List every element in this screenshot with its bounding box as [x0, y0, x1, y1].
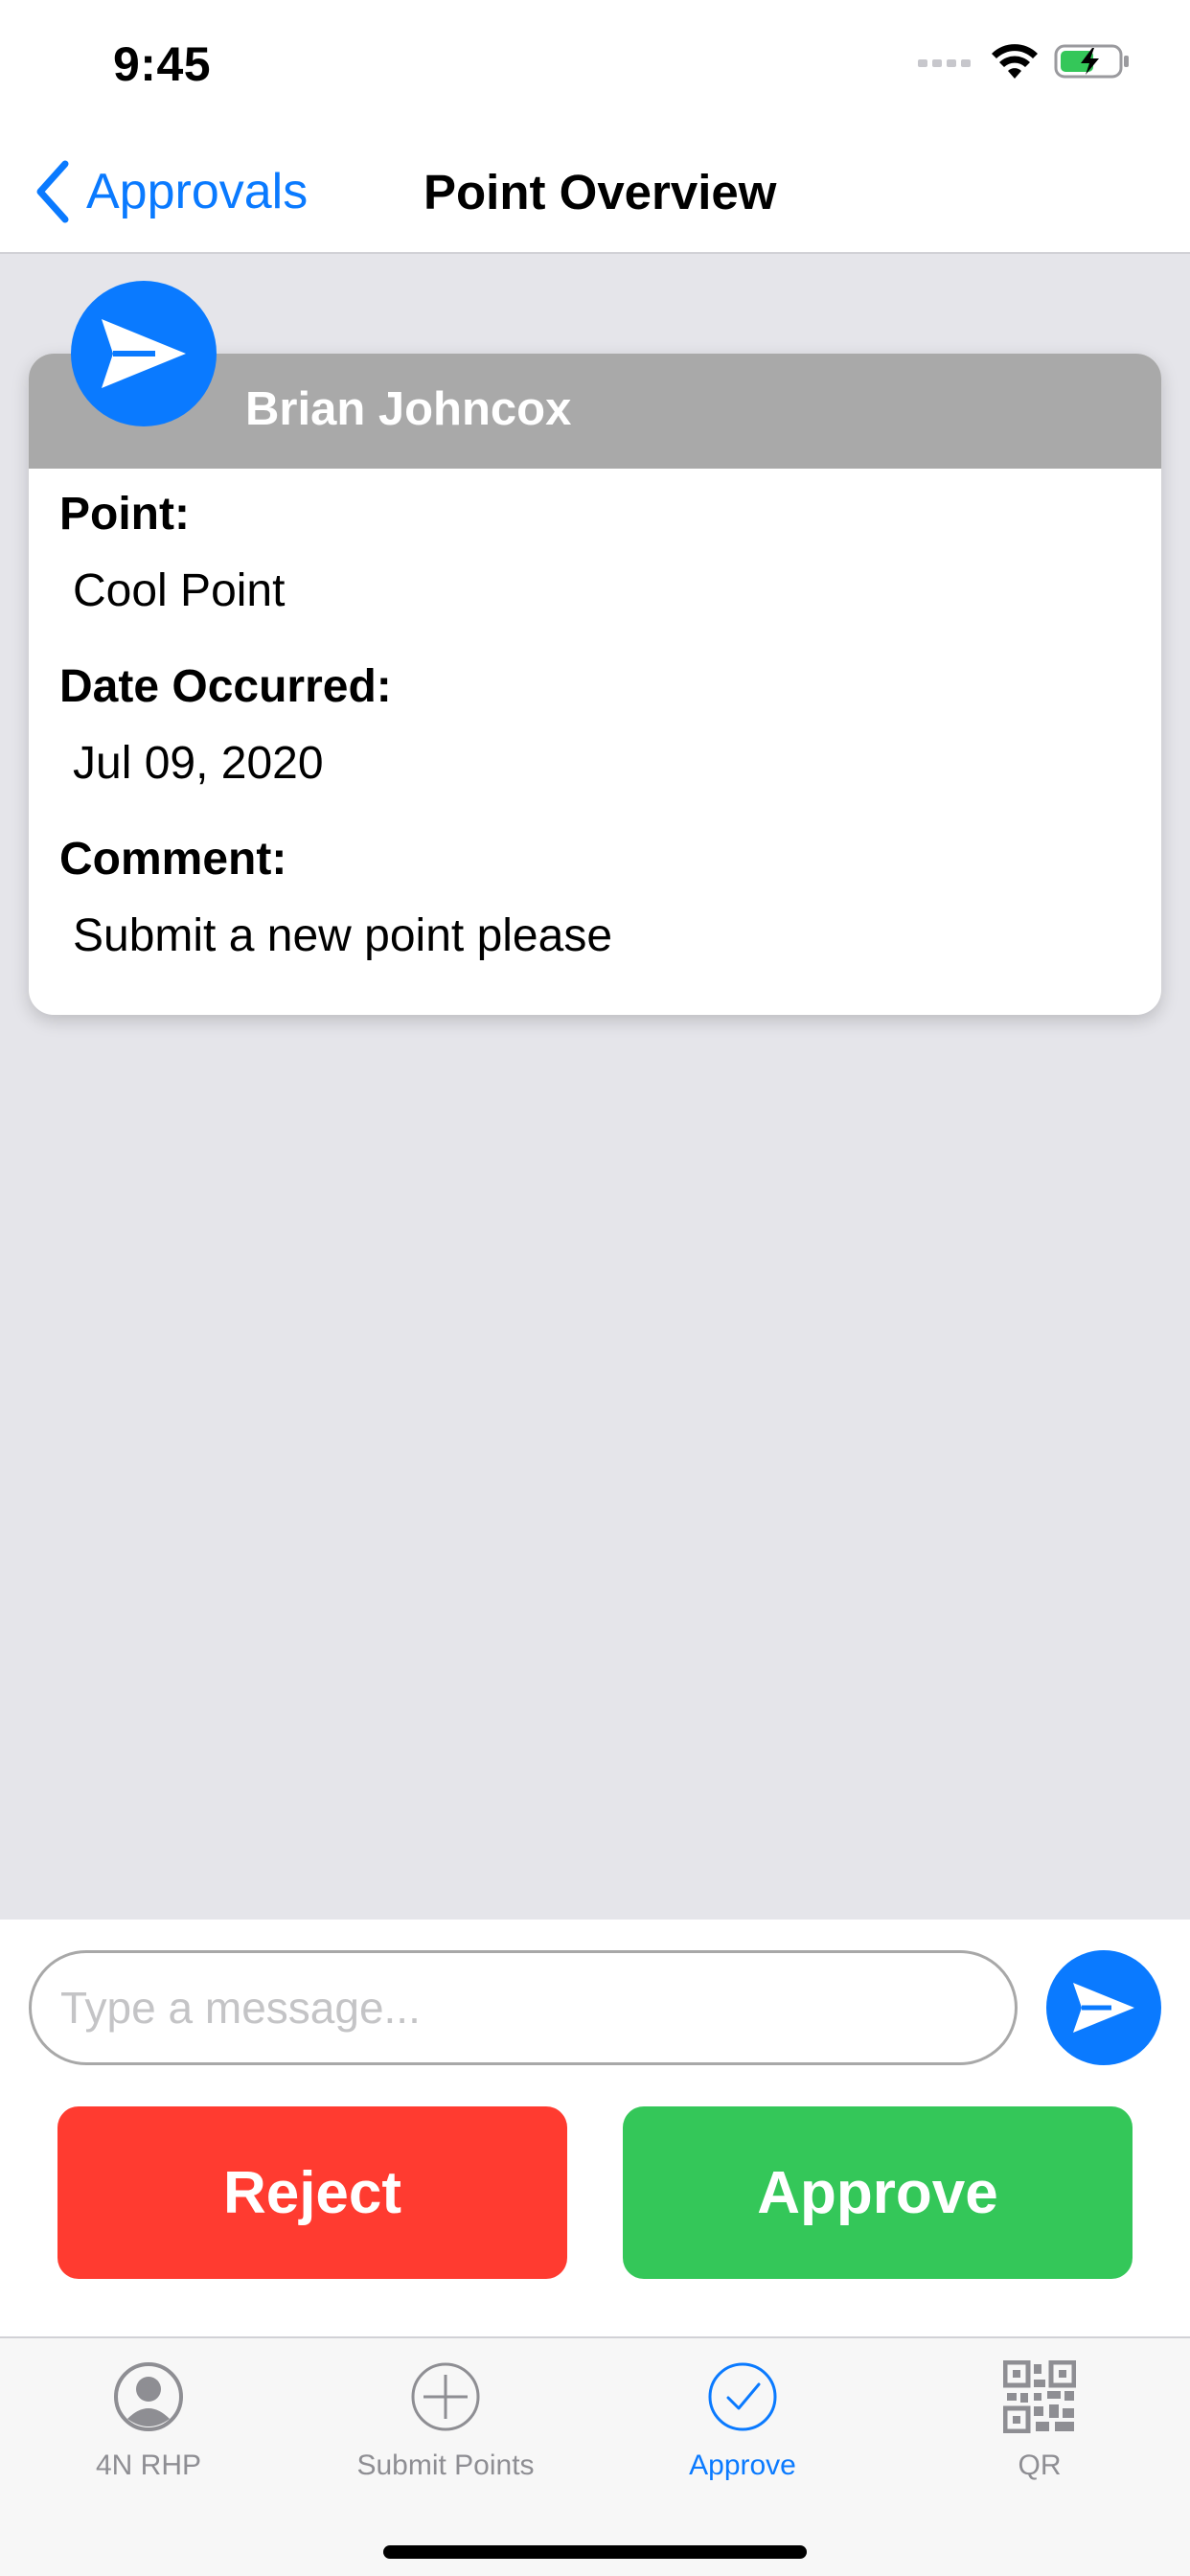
home-indicator[interactable] — [383, 2545, 807, 2559]
approve-button[interactable]: Approve — [623, 2106, 1133, 2279]
battery-charging-icon — [1054, 42, 1131, 85]
submitter-name: Brian Johncox — [245, 383, 572, 435]
point-card: Brian Johncox Point: Cool Point Date Occ… — [29, 354, 1161, 1015]
back-button-label: Approvals — [86, 164, 309, 219]
plus-circle-icon — [406, 2358, 485, 2436]
date-occurred-label: Date Occurred: — [59, 661, 392, 712]
action-area: Reject Approve — [0, 1920, 1190, 2336]
avatar — [71, 281, 217, 426]
back-button[interactable]: Approvals — [34, 158, 308, 225]
tab-label: Submit Points — [356, 2450, 535, 2481]
comment-value: Submit a new point please — [73, 910, 613, 961]
signal-icon — [918, 54, 975, 74]
paper-plane-icon — [102, 319, 186, 388]
tab-label: Approve — [689, 2450, 796, 2481]
qr-code-icon — [1000, 2358, 1079, 2436]
navigation-bar: Approvals Point Overview — [0, 129, 1190, 254]
point-value: Cool Point — [73, 565, 286, 616]
person-circle-icon — [109, 2358, 188, 2436]
tab-label: QR — [1018, 2450, 1062, 2481]
reject-button[interactable]: Reject — [57, 2106, 567, 2279]
content-area: Brian Johncox Point: Cool Point Date Occ… — [0, 254, 1190, 1920]
chevron-left-icon — [36, 160, 69, 223]
tab-qr[interactable]: QR — [891, 2358, 1188, 2511]
date-occurred-value: Jul 09, 2020 — [73, 738, 324, 789]
status-icons — [918, 42, 1131, 84]
point-label: Point: — [59, 489, 190, 540]
tab-4n-rhp[interactable]: 4N RHP — [0, 2358, 297, 2511]
checkmark-circle-icon — [703, 2358, 782, 2436]
wifi-icon — [991, 42, 1039, 85]
status-time: 9:45 — [113, 37, 212, 91]
tab-label: 4N RHP — [95, 2450, 202, 2481]
status-bar: 9:45 — [0, 0, 1190, 129]
page-title: Point Overview — [423, 164, 777, 219]
tab-approve[interactable]: Approve — [594, 2358, 891, 2511]
send-icon — [1073, 1983, 1134, 2033]
tab-submit-points[interactable]: Submit Points — [297, 2358, 594, 2511]
message-input[interactable] — [29, 1950, 1018, 2065]
tab-bar: 4N RHP Submit Points Approve QR — [0, 2336, 1190, 2576]
comment-label: Comment: — [59, 834, 287, 885]
send-button[interactable] — [1046, 1950, 1161, 2065]
